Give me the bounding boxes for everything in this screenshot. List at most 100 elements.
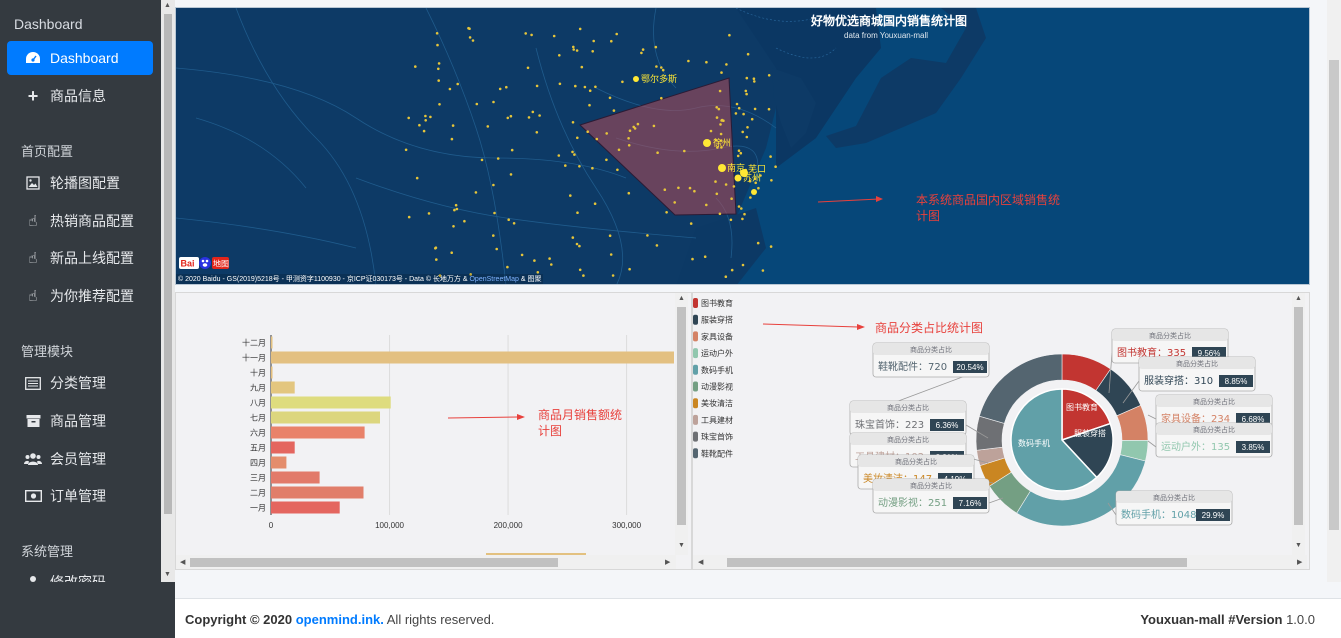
map-sales-dot [572, 45, 575, 49]
scroll-up-arrow-icon[interactable]: ▲ [164, 2, 171, 9]
bar-panel-vscroll[interactable]: ▲ ▼ [675, 293, 688, 555]
bar-panel-hscroll[interactable]: ◀ ▶ [176, 555, 676, 569]
tooltip-percent: 8.85% [1225, 377, 1248, 386]
map-sales-dot [448, 87, 452, 91]
scrollbar-thumb[interactable] [677, 307, 686, 525]
scrollbar-thumb[interactable] [1294, 307, 1303, 525]
sidebar-scrollbar[interactable]: ▲ ▼ [161, 0, 175, 582]
sidebar-item-hot-goods[interactable]: ☝ 热销商品配置 [7, 204, 153, 238]
sidebar-item-goods[interactable]: 商品管理 [7, 404, 153, 438]
sidebar-item-change-password[interactable]: 修改密码 [7, 565, 153, 582]
scrollbar-thumb[interactable] [164, 14, 172, 514]
scroll-down-arrow-icon[interactable]: ▼ [164, 571, 171, 578]
osm-link[interactable]: OpenStreetMap [469, 276, 518, 283]
map-sales-dot [689, 222, 693, 225]
scroll-right-arrow-icon[interactable]: ▶ [665, 558, 670, 566]
map-sales-dot [509, 173, 513, 176]
map-sales-dot [746, 52, 750, 56]
sidebar-item-members[interactable]: 会员管理 [7, 442, 153, 476]
map-sales-dot [535, 84, 539, 88]
map-canvas[interactable]: 鄂尔多斯 徐州 南京 芜口 苏州 [176, 8, 1310, 285]
map-sales-dot [616, 168, 619, 172]
footer-site-link[interactable]: openmind.ink. [296, 612, 384, 627]
legend-item: 珠宝首饰 [701, 432, 733, 442]
map-sales-dot [437, 79, 441, 82]
map-sales-dot [767, 74, 771, 77]
scroll-right-arrow-icon[interactable]: ▶ [1297, 558, 1302, 566]
map-sales-dot [422, 129, 426, 133]
map-sales-dot [725, 63, 728, 66]
sidebar-item-orders[interactable]: 订单管理 [7, 479, 153, 513]
y-tick-label: 八月 [250, 399, 266, 408]
map-sales-dot [636, 122, 640, 126]
map-sales-dot [714, 180, 717, 183]
map-sales-dot [558, 82, 562, 86]
tooltip-title: 商品分类占比 [910, 481, 952, 490]
map-sales-dot [506, 265, 509, 269]
pie-panel-hscroll[interactable]: ◀ ▶ [693, 555, 1307, 569]
map-sales-dot [593, 202, 597, 205]
category-share-panel: 图书教育 服装穿搭 家具设备 运动户外 数码手机 动漫影视 美妆清洁 工具建材 珠宝首饰 鞋靴配件… [692, 292, 1310, 570]
scroll-left-arrow-icon[interactable]: ◀ [180, 558, 185, 566]
sidebar-item-carousel[interactable]: 轮播图配置 [7, 166, 153, 200]
map-sales-dot [753, 107, 757, 111]
sidebar-item-label: Dashboard [50, 50, 119, 66]
inner-slice-label: 数码手机 [1018, 438, 1050, 448]
charts-row: 0 100,000 200,000 300,000 一月 二月 三月 四月 五月 六月 七月 八月 九月… [175, 292, 1310, 570]
map-sales-dot [451, 124, 455, 127]
scrollbar-thumb[interactable] [1329, 60, 1339, 530]
annotation-arrow [447, 416, 519, 419]
baidu-map-logo[interactable]: Bai 地图 [179, 255, 229, 271]
scrollbar-thumb[interactable] [727, 558, 1187, 567]
y-tick-label: 十二月 [242, 338, 266, 348]
scroll-up-arrow-icon[interactable]: ▲ [678, 295, 685, 302]
map-sales-dot [741, 130, 744, 134]
map-sales-dot [652, 124, 656, 128]
map-sales-dot [736, 154, 740, 158]
map-sales-dot [595, 137, 599, 141]
bar-三月 [271, 471, 320, 484]
hand-pointer-icon: ☝ [28, 250, 38, 267]
bar-五月 [271, 441, 295, 454]
footer-version: Youxuan-mall #Version 1.0.0 [1140, 612, 1315, 627]
map-sales-dot [572, 48, 575, 51]
map-sales-dot [677, 186, 680, 190]
sidebar-item-recommend[interactable]: ☝ 为你推荐配置 [7, 279, 153, 313]
map-sales-dot [605, 132, 608, 135]
pie-panel-vscroll[interactable]: ▲ ▼ [1292, 293, 1305, 555]
map-sales-dot [756, 241, 760, 245]
bar-八月 [271, 396, 391, 409]
scroll-down-arrow-icon[interactable]: ▼ [678, 542, 685, 549]
map-sales-dot [749, 196, 752, 199]
sidebar-item-category[interactable]: 分类管理 [7, 366, 153, 400]
map-sales-dot [558, 54, 561, 57]
scroll-left-arrow-icon[interactable]: ◀ [698, 558, 703, 566]
sidebar-item-dashboard[interactable]: Dashboard [7, 41, 153, 75]
map-sales-dot [735, 102, 739, 106]
china-sales-map[interactable]: 鄂尔多斯 徐州 南京 芜口 苏州 好物优选商城国内销售统计图 data from… [175, 7, 1310, 285]
sidebar-item-goods-info[interactable]: + 商品信息 [7, 79, 153, 113]
map-sales-dot [610, 39, 613, 43]
map-sales-dot [471, 39, 475, 42]
sidebar-item-new-goods[interactable]: ☝ 新品上线配置 [7, 241, 153, 275]
hand-pointer-icon: ☝ [28, 288, 38, 305]
page-scrollbar[interactable] [1327, 0, 1341, 582]
sidebar-section-header: 系统管理 [21, 544, 74, 559]
map-sales-dot [742, 112, 745, 116]
map-sales-dot [495, 247, 499, 251]
sidebar-item-label: 热销商品配置 [50, 213, 134, 229]
scrollbar-thumb[interactable] [190, 558, 558, 567]
map-sales-dot [705, 60, 708, 64]
map-sales-dot [438, 103, 441, 106]
tooltip-title: 商品分类占比 [1153, 493, 1195, 502]
map-sales-dot [578, 244, 581, 248]
map-sales-dot [720, 119, 723, 122]
map-sales-dot [506, 116, 510, 120]
map-sales-dot [715, 106, 718, 109]
scroll-up-arrow-icon[interactable]: ▲ [1295, 295, 1302, 302]
scroll-down-arrow-icon[interactable]: ▼ [1295, 542, 1302, 549]
y-tick-label: 七月 [250, 414, 266, 423]
sidebar-item-label: 修改密码 [50, 574, 106, 582]
map-sales-dot [605, 158, 608, 162]
map-sales-dot [627, 137, 630, 140]
